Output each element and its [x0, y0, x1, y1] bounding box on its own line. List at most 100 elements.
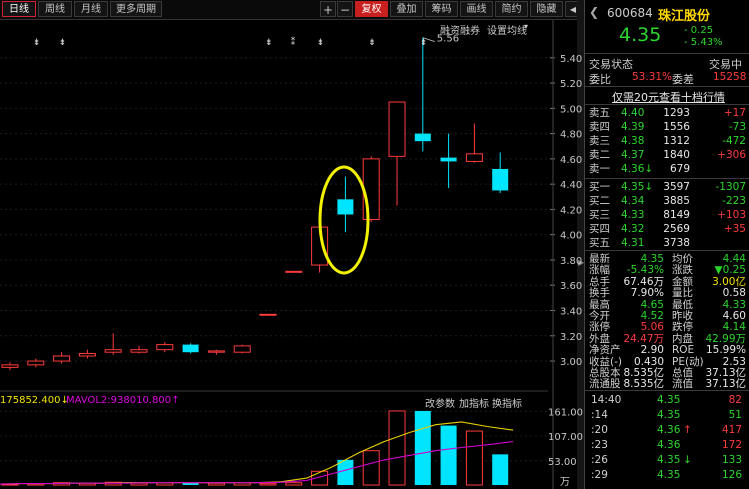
tab-monthly[interactable]: 月线: [74, 1, 108, 17]
event-marker-icon[interactable]: ⇟: [368, 38, 376, 48]
candle-body: [182, 344, 199, 353]
candle-body: [27, 360, 45, 366]
bid-row[interactable]: 买四 4.32 2569 +35: [585, 222, 749, 236]
ask-row[interactable]: 卖一 4.36↓ 679: [585, 162, 749, 176]
tick-volume: 417: [721, 424, 742, 436]
ask-volume: 1556: [663, 121, 690, 133]
tick-time: :26: [591, 454, 608, 466]
tab-daily[interactable]: 日线: [2, 1, 36, 17]
tick-volume: 126: [721, 469, 742, 481]
tick-price: 4.35: [657, 469, 681, 481]
weibi-label: 委比: [589, 73, 611, 86]
simple-button[interactable]: 简约: [495, 1, 528, 17]
y-tick-label: 3.60: [560, 281, 582, 292]
tick-row[interactable]: :20 4.36 ↑ 417: [585, 423, 749, 437]
tick-price: 4.36: [657, 439, 681, 451]
tick-time: :20: [591, 424, 608, 436]
tick-row[interactable]: :14 4.35 51: [585, 408, 749, 422]
event-marker-icon[interactable]: ⇟: [33, 38, 41, 48]
draw-button[interactable]: 画线: [460, 1, 493, 17]
bid-label: 买五: [589, 237, 610, 249]
ask-row[interactable]: 卖四 4.39 1556 -73: [585, 120, 749, 134]
ask-price: 4.36↓: [621, 163, 654, 175]
y-tick-label: 4.80: [560, 130, 582, 141]
chips-button[interactable]: 筹码: [425, 1, 458, 17]
ask-price: 4.37: [621, 149, 645, 161]
tab-weekly[interactable]: 周线: [38, 1, 72, 17]
y-tick-label: 4.40: [560, 180, 582, 191]
candle-body: [130, 349, 148, 353]
ask-change: -73: [728, 121, 746, 133]
bid-row[interactable]: 买一 4.35↓ 3597 -1307: [585, 180, 749, 194]
expand-icon[interactable]: ❮: [589, 5, 599, 19]
tick-price: 4.35: [657, 394, 681, 406]
event-marker-icon[interactable]: ⇟: [59, 38, 67, 48]
stat-label: 流通股: [589, 378, 621, 391]
chevron-down-icon[interactable]: ▾: [524, 22, 528, 31]
bid-row[interactable]: 买五 4.31 3738: [585, 236, 749, 250]
price-axis: 5.40 5.20 5.00 4.80 4.60 4.40 4.20 4.00 3.80 3.60…: [550, 20, 582, 489]
event-marker-icon[interactable]: ⇟: [317, 38, 325, 48]
ask-price: 4.39: [621, 121, 645, 133]
bid-volume: 3738: [663, 237, 690, 249]
event-marker-icon[interactable]: ⇟: [420, 38, 428, 48]
tick-time: :14: [591, 409, 608, 421]
kline-chart[interactable]: 5.40 5.20 5.00 4.80 4.60 4.40 4.20 4.00 3.80 3.60…: [0, 20, 583, 489]
stat-value: 8.535亿: [623, 378, 664, 391]
candle-body: [78, 352, 96, 357]
bid-label: 买四: [589, 223, 610, 235]
volume-bar: [285, 482, 303, 486]
event-marker-icon[interactable]: ⁑: [291, 36, 296, 48]
bid-price: 4.31: [621, 237, 645, 249]
ask-change: -472: [722, 135, 746, 147]
current-price: 4.35: [619, 24, 662, 46]
bid-row[interactable]: 买三 4.33 8149 +103: [585, 208, 749, 222]
ask-volume: 1312: [663, 135, 690, 147]
zoom-in-button[interactable]: +: [320, 1, 336, 17]
volume-bar: [414, 410, 431, 485]
y-tick-label: 5.00: [560, 104, 582, 115]
margin-trading-link[interactable]: 融资融券: [440, 22, 480, 37]
bid-change: +103: [717, 209, 746, 221]
level10-promo-link[interactable]: 仅需20元查看十档行情: [612, 89, 725, 105]
ask-row[interactable]: 卖二 4.37 1840 +306: [585, 148, 749, 162]
weicha-label: 委差: [672, 73, 694, 86]
ask-change: +17: [723, 107, 746, 119]
candle-body: [207, 350, 225, 353]
volume-bar: [388, 410, 406, 486]
zoom-out-button[interactable]: −: [337, 1, 353, 17]
ask-price: 4.38: [621, 135, 645, 147]
stat-row[interactable]: 流通股 8.535亿 流值 37.13亿: [585, 377, 749, 391]
hide-button[interactable]: 隐藏: [530, 1, 563, 17]
volume-bar: [465, 430, 483, 486]
bid-label: 买三: [589, 209, 610, 221]
event-marker-icon[interactable]: ⇟: [265, 38, 273, 48]
candle-body: [492, 168, 509, 191]
switch-indicator-link[interactable]: 换指标: [492, 395, 522, 410]
set-ma-link[interactable]: 设置均线: [487, 22, 527, 37]
tab-more-periods[interactable]: 更多周期: [110, 1, 162, 17]
candle-body: [337, 199, 354, 215]
bid-change: +35: [723, 223, 746, 235]
change-params-link[interactable]: 改参数: [425, 395, 455, 410]
adjust-button[interactable]: 复权: [355, 1, 388, 17]
ask-row[interactable]: 卖五 4.40 1293 +17: [585, 106, 749, 120]
add-indicator-link[interactable]: 加指标: [459, 395, 489, 410]
tick-row[interactable]: :23 4.36 172: [585, 438, 749, 452]
stock-name: 珠江股份: [658, 9, 711, 24]
bid-row[interactable]: 买二 4.34 3885 -223: [585, 194, 749, 208]
overlay-button[interactable]: 叠加: [390, 1, 423, 17]
y-tick-label: 5.20: [560, 79, 582, 90]
ask-row[interactable]: 卖三 4.38 1312 -472: [585, 134, 749, 148]
bid-price: 4.33: [621, 209, 645, 221]
volume-ma1-line: [0, 421, 514, 485]
candle-body: [53, 355, 71, 362]
tick-row[interactable]: 14:40 4.35 82: [585, 393, 749, 407]
volume-tick-label: 107.00: [548, 432, 583, 443]
event-markers[interactable]: ⇟ ⇟ ⇟ ⁑ ⇟ ⇟ ⇟: [33, 36, 428, 48]
bid-volume: 8149: [663, 209, 690, 221]
tick-row[interactable]: :29 4.35 126: [585, 468, 749, 482]
y-tick-label: 5.40: [560, 54, 582, 65]
divider: [585, 53, 749, 54]
tick-row[interactable]: :26 4.35 ↓ 133: [585, 453, 749, 467]
